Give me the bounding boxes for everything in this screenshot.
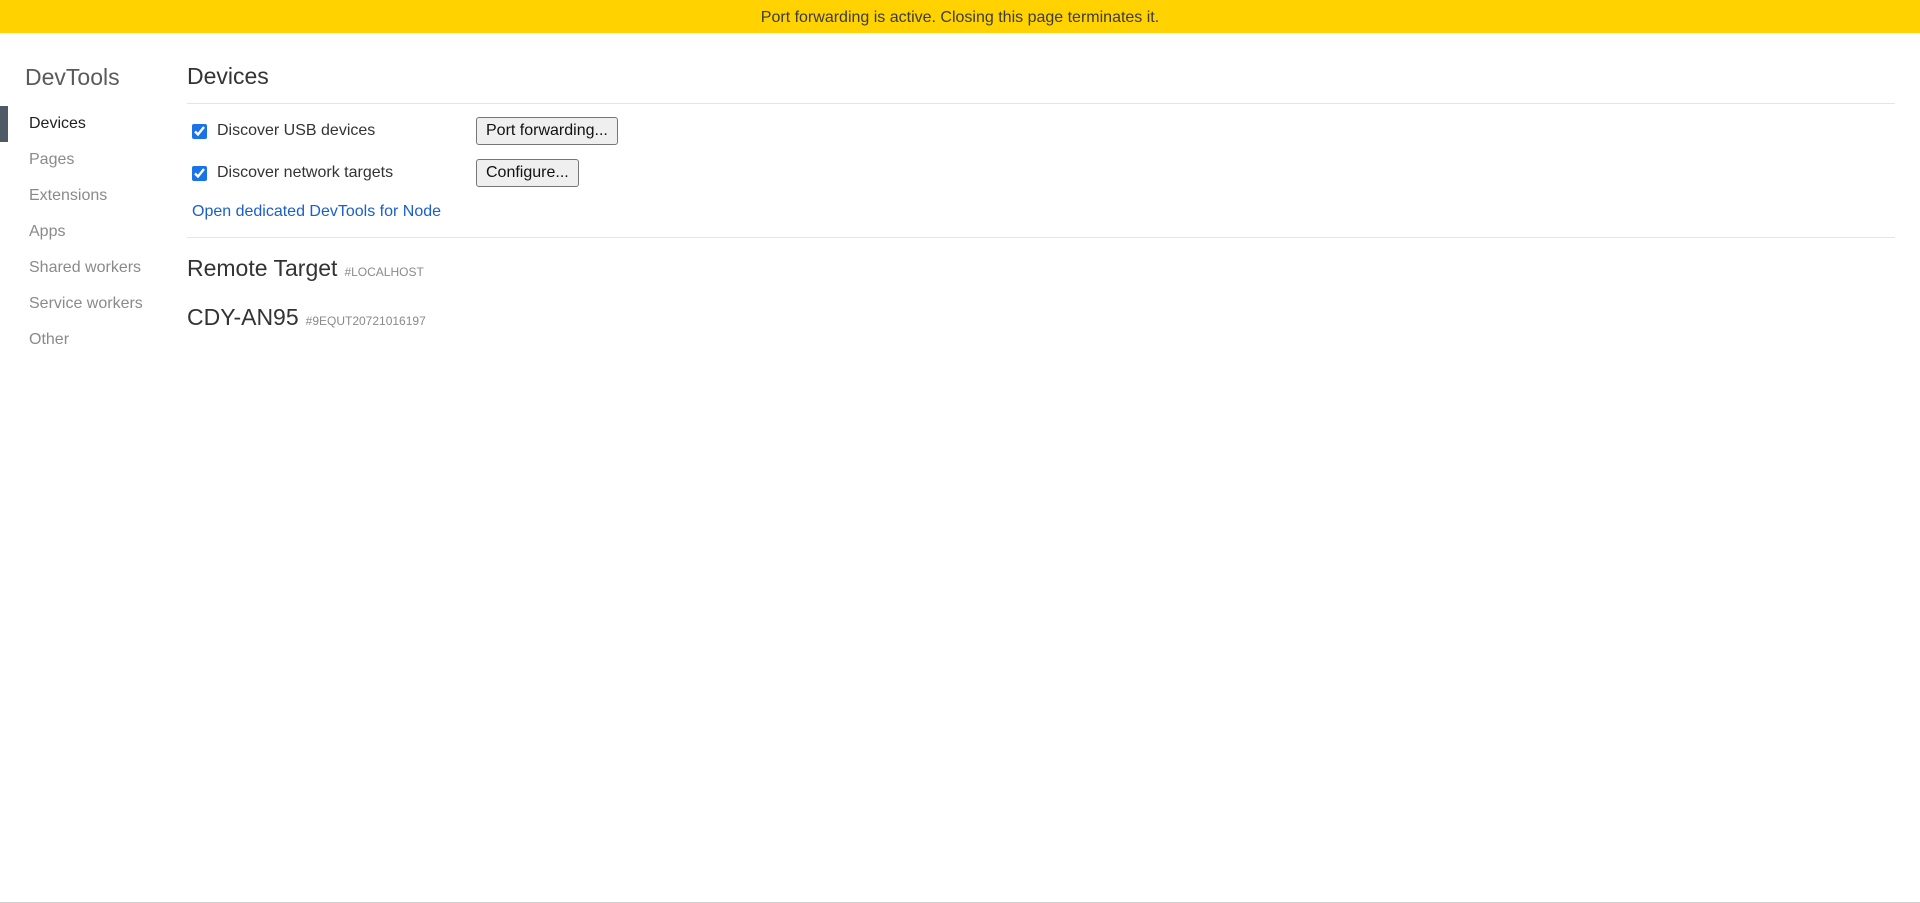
discover-network-checkbox[interactable] — [192, 165, 207, 181]
discover-network-row: Discover network targets Configure... — [192, 159, 579, 187]
section-divider — [187, 237, 1895, 238]
sidebar-item-other[interactable]: Other — [0, 322, 180, 358]
sidebar-item-pages[interactable]: Pages — [0, 142, 180, 178]
node-devtools-link[interactable]: Open dedicated DevTools for Node — [192, 203, 441, 221]
discover-network-label: Discover network targets — [217, 164, 394, 181]
sidebar-item-service-workers[interactable]: Service workers — [0, 286, 180, 322]
banner-text: Port forwarding is active. Closing this … — [760, 9, 1160, 26]
remote-target-heading: Remote Target #LOCALHOST — [187, 255, 424, 282]
app-title: DevTools — [25, 64, 120, 90]
title-divider — [187, 103, 1895, 104]
discover-usb-checkbox[interactable] — [192, 123, 207, 139]
port-forwarding-button[interactable]: Port forwarding... — [476, 117, 618, 145]
discover-usb-row: Discover USB devices Port forwarding... — [192, 117, 618, 145]
port-forwarding-banner: Port forwarding is active. Closing this … — [0, 0, 1920, 33]
sidebar-item-shared-workers[interactable]: Shared workers — [0, 250, 180, 286]
remote-target-id: #LOCALHOST — [344, 265, 424, 279]
sidebar-item-devices[interactable]: Devices — [0, 106, 180, 142]
sidebar-item-apps[interactable]: Apps — [0, 214, 180, 250]
sidebar-item-extensions[interactable]: Extensions — [0, 178, 180, 214]
page-title: Devices — [187, 63, 269, 89]
device-heading: CDY-AN95 #9EQUT20721016197 — [187, 304, 426, 331]
discover-usb-label: Discover USB devices — [217, 122, 376, 139]
device-name: CDY-AN95 — [187, 304, 299, 330]
device-serial: #9EQUT20721016197 — [305, 314, 426, 328]
sidebar-nav: Devices Pages Extensions Apps Shared wor… — [0, 106, 180, 358]
remote-target-name: Remote Target — [187, 255, 338, 281]
configure-button[interactable]: Configure... — [476, 159, 579, 187]
